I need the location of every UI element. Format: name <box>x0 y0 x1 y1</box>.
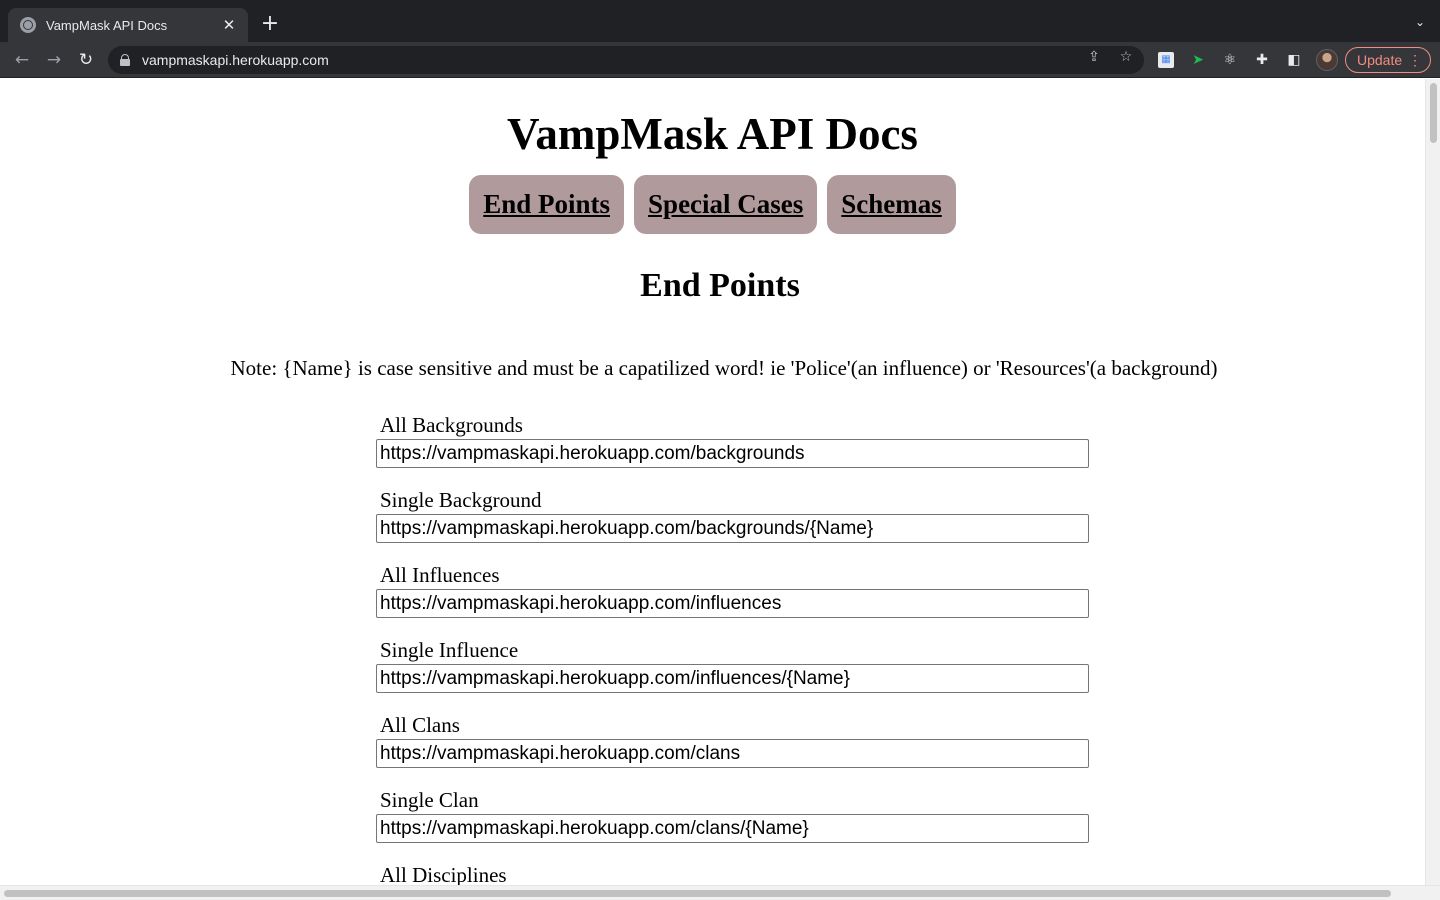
endpoint-label: All Backgrounds <box>380 413 523 437</box>
browser-tab[interactable]: VampMask API Docs ✕ <box>8 8 248 42</box>
close-tab-icon[interactable]: ✕ <box>220 16 238 34</box>
endpoint-label: All Disciplines <box>380 863 507 885</box>
vertical-scrollbar-thumb[interactable] <box>1430 83 1437 143</box>
page-title: VampMask API Docs <box>507 109 918 159</box>
browser-toolbar: ← → ↻ vampmaskapi.herokuapp.com ⇪ ☆ ▦ ➤ … <box>0 42 1440 78</box>
endpoint-label: All Influences <box>380 563 500 587</box>
endpoint-url-field[interactable] <box>376 439 1089 468</box>
reload-icon[interactable]: ↻ <box>74 48 98 72</box>
endpoint-item: All Disciplines <box>376 862 1089 885</box>
endpoint-item: All Influences <box>376 562 1089 637</box>
endpoint-item: All Backgrounds <box>376 412 1089 487</box>
forward-arrow-icon[interactable]: → <box>42 48 66 72</box>
update-label: Update <box>1357 52 1403 68</box>
share-icon[interactable]: ⇪ <box>1086 49 1102 65</box>
extension-app-icon[interactable]: ▦ <box>1158 52 1174 68</box>
address-bar[interactable]: vampmaskapi.herokuapp.com <box>108 46 1144 74</box>
endpoint-label: Single Clan <box>380 788 479 812</box>
endpoint-label: Single Background <box>380 488 542 512</box>
section-nav: End Points Special Cases Schemas <box>0 175 1425 234</box>
horizontal-scrollbar-thumb[interactable] <box>4 890 1391 897</box>
browser-tab-strip: VampMask API Docs ✕ + ⌄ <box>0 0 1440 42</box>
extensions-puzzle-icon[interactable]: ✚ <box>1254 52 1270 68</box>
endpoint-url-field[interactable] <box>376 664 1089 693</box>
tab-search-chevron-icon[interactable]: ⌄ <box>1412 14 1428 30</box>
endpoint-label: Single Influence <box>380 638 519 662</box>
address-url[interactable]: vampmaskapi.herokuapp.com <box>142 52 329 68</box>
bookmark-star-icon[interactable]: ☆ <box>1118 49 1134 65</box>
kebab-menu-icon[interactable]: ⋮ <box>1408 51 1422 69</box>
react-devtools-icon[interactable]: ⚛ <box>1222 52 1238 68</box>
endpoint-list: All Backgrounds Single Background All In… <box>376 412 1089 885</box>
globe-icon <box>20 17 36 33</box>
endpoint-url-field[interactable] <box>376 739 1089 768</box>
section-heading: End Points <box>640 267 800 304</box>
endpoint-url-field[interactable] <box>376 589 1089 618</box>
endpoint-url-field[interactable] <box>376 814 1089 843</box>
endpoint-item: Single Influence <box>376 637 1089 712</box>
endpoint-url-field[interactable] <box>376 514 1089 543</box>
tab-title: VampMask API Docs <box>46 17 168 33</box>
back-arrow-icon[interactable]: ← <box>10 48 34 72</box>
case-sensitivity-note: Note: {Name} is case sensitive and must … <box>230 356 1218 380</box>
nav-schemas-button[interactable]: Schemas <box>827 175 956 234</box>
send-extension-icon[interactable]: ➤ <box>1190 52 1206 68</box>
update-button[interactable]: Update ⋮ <box>1345 47 1431 73</box>
profile-avatar[interactable] <box>1316 49 1338 71</box>
vertical-scrollbar[interactable] <box>1425 79 1440 885</box>
nav-end-points-button[interactable]: End Points <box>469 175 625 234</box>
horizontal-scrollbar[interactable] <box>0 885 1440 900</box>
side-panel-icon[interactable]: ◧ <box>1286 52 1302 68</box>
nav-special-cases-button[interactable]: Special Cases <box>634 175 818 234</box>
endpoint-item: All Clans <box>376 712 1089 787</box>
endpoint-item: Single Background <box>376 487 1089 562</box>
lock-icon <box>120 54 130 66</box>
new-tab-icon[interactable]: + <box>258 12 282 36</box>
endpoint-label: All Clans <box>380 713 460 737</box>
endpoint-item: Single Clan <box>376 787 1089 862</box>
page-viewport: VampMask API Docs End Points Special Cas… <box>0 79 1425 885</box>
